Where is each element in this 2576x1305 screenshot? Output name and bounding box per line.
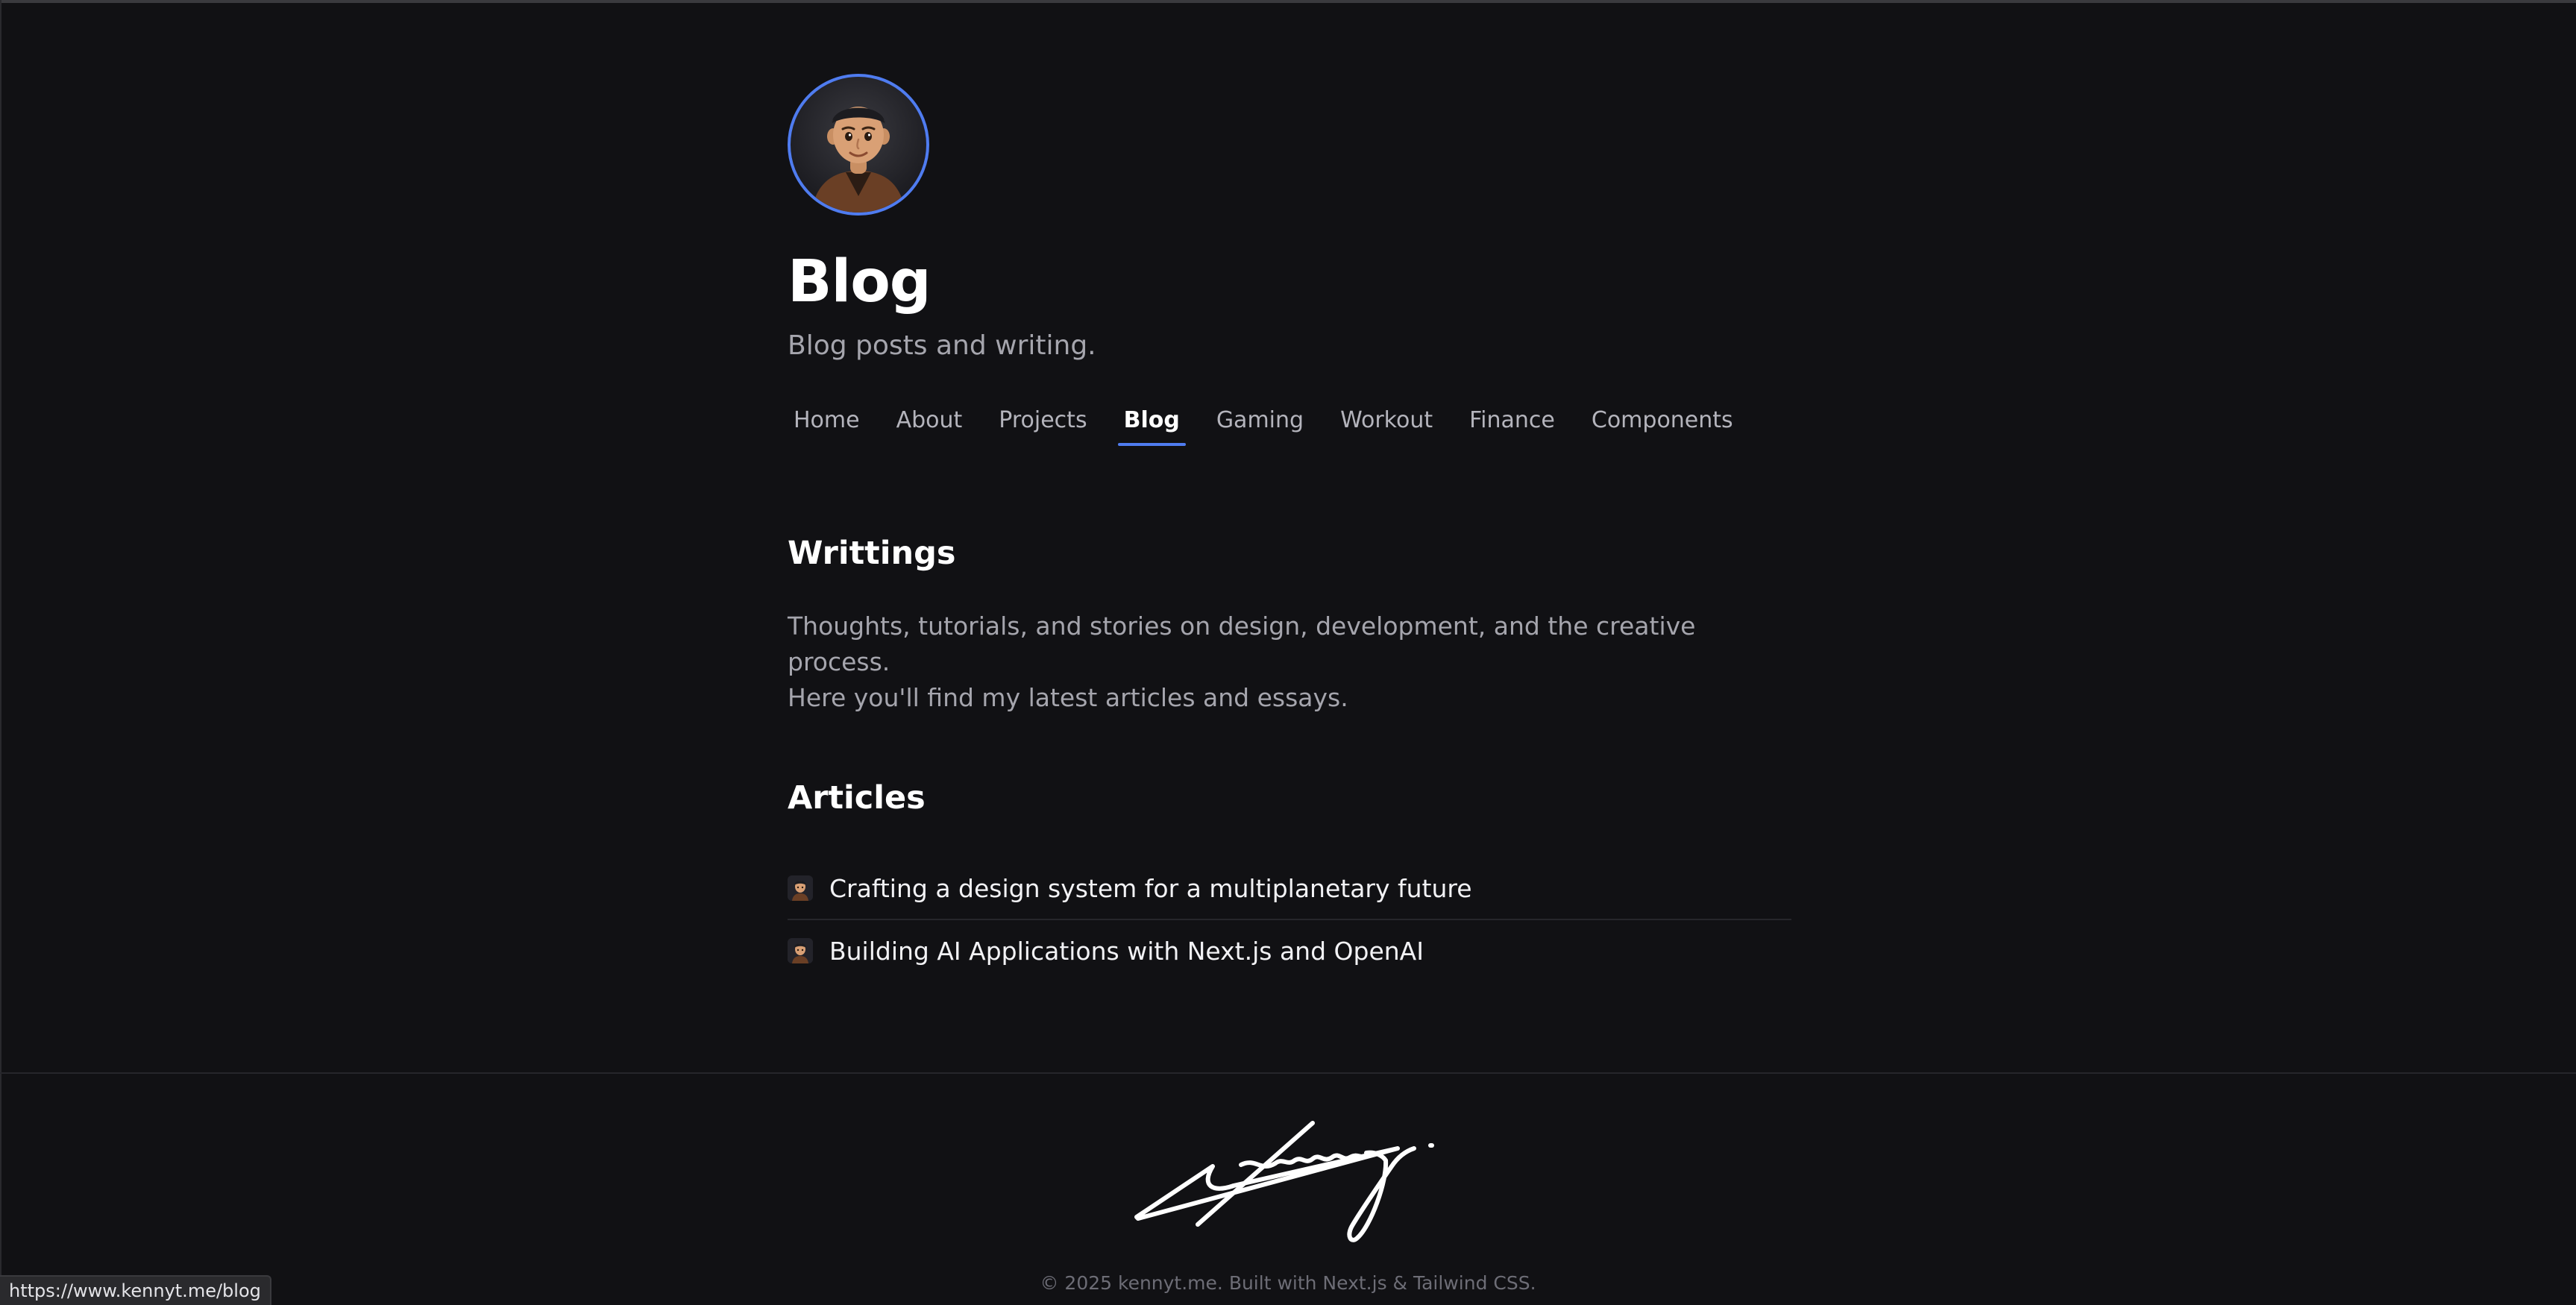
- window-left-border: [0, 0, 1, 1305]
- page-title: Blog: [788, 248, 932, 315]
- article-title: Crafting a design system for a multiplan…: [829, 873, 1472, 903]
- footer-divider: [0, 1072, 2576, 1074]
- writings-intro-line-1: Thoughts, tutorials, and stories on desi…: [788, 611, 1696, 676]
- footer-copyright: © 2025 kennyt.me. Built with Next.js & T…: [1040, 1272, 1536, 1294]
- article-title: Building AI Applications with Next.js an…: [829, 936, 1424, 966]
- articles-heading: Articles: [788, 779, 926, 817]
- window-top-border: [0, 0, 2576, 3]
- nav-item-home[interactable]: Home: [788, 400, 866, 441]
- status-bar-url: https://www.kennyt.me/blog: [0, 1275, 271, 1305]
- memoji-avatar-icon: [811, 107, 905, 213]
- article-list: Crafting a design system for a multiplan…: [788, 858, 1791, 981]
- nav-item-finance[interactable]: Finance: [1463, 400, 1561, 441]
- writings-heading: Writtings: [788, 535, 956, 572]
- writings-intro-line-2: Here you'll find my latest articles and …: [788, 683, 1348, 712]
- memoji-thumbnail-icon: [788, 875, 813, 901]
- memoji-thumbnail-icon: [788, 938, 813, 963]
- nav-item-blog[interactable]: Blog: [1117, 400, 1187, 446]
- article-item[interactable]: Building AI Applications with Next.js an…: [788, 919, 1791, 981]
- nav-item-workout[interactable]: Workout: [1334, 400, 1439, 441]
- main-nav: Home About Projects Blog Gaming Workout …: [788, 400, 1764, 446]
- page-subtitle: Blog posts and writing.: [788, 330, 1096, 361]
- writings-intro: Thoughts, tutorials, and stories on desi…: [788, 609, 1791, 716]
- nav-item-about[interactable]: About: [890, 400, 969, 441]
- nav-item-projects[interactable]: Projects: [993, 400, 1093, 441]
- kenny-signature-icon: [1134, 1121, 1434, 1242]
- profile-avatar: [788, 74, 929, 216]
- article-item[interactable]: Crafting a design system for a multiplan…: [788, 858, 1791, 919]
- nav-item-components[interactable]: Components: [1586, 400, 1739, 441]
- nav-item-gaming[interactable]: Gaming: [1210, 400, 1310, 441]
